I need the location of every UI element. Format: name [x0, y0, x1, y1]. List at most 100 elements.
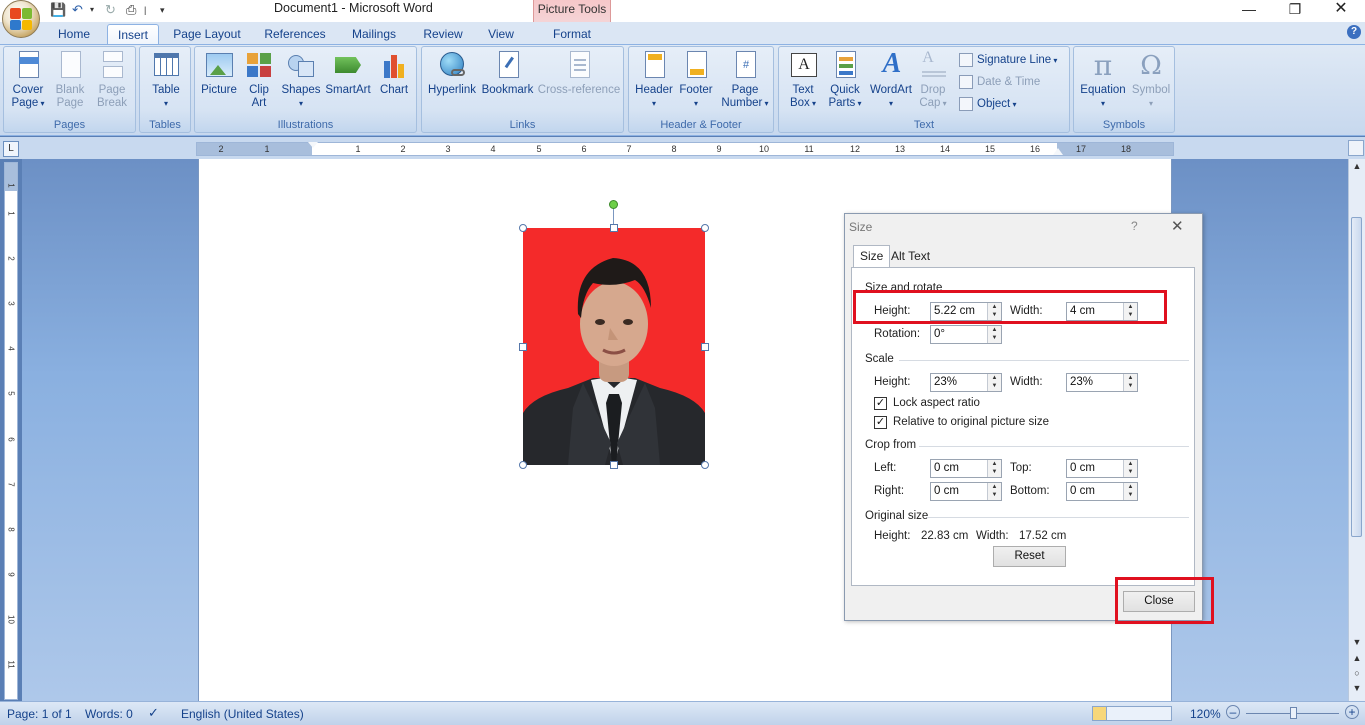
- undo-dropdown-icon[interactable]: ▾: [90, 2, 94, 18]
- first-indent-marker[interactable]: [308, 142, 318, 148]
- tab-references[interactable]: References: [258, 24, 332, 45]
- shapes-button[interactable]: Shapes ▾: [280, 51, 322, 110]
- quick-parts-button[interactable]: Quick Parts ▾: [824, 51, 866, 110]
- previous-page-icon[interactable]: ▲: [1349, 651, 1365, 665]
- text-box-button[interactable]: A Text Box ▾: [782, 51, 824, 110]
- zoom-slider-thumb[interactable]: [1290, 707, 1297, 719]
- horizontal-ruler[interactable]: 2 1 1 2 3 4 5 6 7 8 9 10 11 12 13 14 15 …: [196, 142, 1174, 156]
- close-icon[interactable]: ✕: [1318, 0, 1364, 20]
- view-ruler-icon[interactable]: [1348, 140, 1364, 156]
- lock-aspect-checkbox[interactable]: ✓: [874, 397, 887, 410]
- smartart-button[interactable]: SmartArt: [324, 51, 372, 97]
- rotation-input[interactable]: 0° ▲ ▼: [930, 325, 1002, 344]
- tab-home[interactable]: Home: [48, 24, 100, 45]
- hyperlink-button[interactable]: Hyperlink: [426, 51, 478, 97]
- zoom-out-icon[interactable]: –: [1226, 705, 1240, 719]
- undo-icon[interactable]: ↶: [72, 2, 83, 18]
- office-button[interactable]: [2, 0, 40, 38]
- cross-reference-button[interactable]: Cross-reference: [537, 51, 621, 97]
- spinner-icon[interactable]: ▲ ▼: [987, 326, 1001, 343]
- tab-insert[interactable]: Insert: [107, 24, 159, 45]
- scroll-down-icon[interactable]: ▼: [1349, 635, 1365, 649]
- tab-review[interactable]: Review: [417, 24, 469, 45]
- wordart-button[interactable]: A WordArt ▾: [867, 49, 915, 110]
- zoom-in-icon[interactable]: +: [1345, 705, 1359, 719]
- right-indent-marker[interactable]: [1053, 148, 1063, 155]
- signature-line-button[interactable]: Signature Line ▾: [959, 51, 1057, 69]
- header-button[interactable]: Header ▾: [633, 51, 675, 110]
- resize-handle-w[interactable]: [519, 343, 527, 351]
- save-icon[interactable]: 💾: [50, 2, 66, 18]
- scroll-thumb[interactable]: [1351, 217, 1362, 537]
- print-layout-icon[interactable]: [1093, 707, 1107, 720]
- smartart-label: SmartArt: [325, 84, 371, 96]
- proofing-icon[interactable]: ✓: [148, 705, 159, 721]
- customize-icon[interactable]: ▾: [160, 2, 165, 18]
- tab-page-layout[interactable]: Page Layout: [168, 24, 246, 45]
- drop-cap-button[interactable]: A Drop Cap ▾: [915, 50, 951, 110]
- crop-bottom-input[interactable]: 0 cm ▲ ▼: [1066, 482, 1138, 501]
- rotation-handle[interactable]: [609, 200, 618, 209]
- relative-original-checkbox[interactable]: ✓: [874, 416, 887, 429]
- zoom-level[interactable]: 120%: [1190, 707, 1221, 721]
- scroll-up-icon[interactable]: ▲: [1349, 159, 1365, 173]
- restore-icon[interactable]: ❐: [1272, 0, 1318, 20]
- cover-page-button[interactable]: Cover Page ▾: [8, 51, 48, 110]
- word-count[interactable]: Words: 0: [85, 707, 133, 721]
- next-page-icon[interactable]: ▼: [1349, 681, 1365, 695]
- inserted-photo[interactable]: [523, 228, 705, 465]
- help-icon[interactable]: ?: [1131, 219, 1138, 233]
- page-count[interactable]: Page: 1 of 1: [7, 707, 72, 721]
- minimize-icon[interactable]: —: [1226, 0, 1272, 20]
- spinner-icon[interactable]: ▲ ▼: [1123, 374, 1137, 391]
- resize-handle-s[interactable]: [610, 461, 618, 469]
- crop-top-input[interactable]: 0 cm ▲ ▼: [1066, 459, 1138, 478]
- vertical-ruler[interactable]: 1 1 2 3 4 5 6 7 8 9 10 11: [4, 162, 18, 700]
- resize-handle-nw[interactable]: [519, 224, 527, 232]
- page-number-button[interactable]: # Page Number ▾: [719, 51, 771, 110]
- tab-alt-text[interactable]: Alt Text: [885, 246, 936, 268]
- scale-width-input[interactable]: 23% ▲ ▼: [1066, 373, 1138, 392]
- spinner-icon[interactable]: ▲ ▼: [987, 374, 1001, 391]
- crop-bottom-value: 0 cm: [1070, 485, 1095, 497]
- page-break-button[interactable]: Page Break: [92, 51, 132, 110]
- bookmark-button[interactable]: Bookmark: [480, 51, 535, 97]
- resize-handle-e[interactable]: [701, 343, 709, 351]
- blank-page-button[interactable]: Blank Page: [50, 51, 90, 110]
- crop-right-input[interactable]: 0 cm ▲ ▼: [930, 482, 1002, 501]
- clip-art-button[interactable]: Clip Art: [242, 51, 276, 110]
- language-status[interactable]: English (United States): [181, 707, 304, 721]
- view-buttons[interactable]: [1092, 706, 1172, 721]
- chart-button[interactable]: Chart: [374, 51, 414, 97]
- tab-view[interactable]: View: [480, 24, 522, 45]
- resize-handle-ne[interactable]: [701, 224, 709, 232]
- browse-object-icon[interactable]: ○: [1349, 666, 1365, 680]
- text-box-icon: A: [788, 51, 818, 81]
- picture-button[interactable]: Picture: [198, 51, 240, 97]
- resize-handle-n[interactable]: [610, 224, 618, 232]
- tab-mailings[interactable]: Mailings: [345, 24, 403, 45]
- table-button[interactable]: Table ▾: [146, 51, 186, 110]
- redo-icon[interactable]: ↻: [105, 2, 116, 18]
- date-time-button[interactable]: Date & Time: [959, 73, 1040, 91]
- help-icon[interactable]: ?: [1347, 25, 1361, 39]
- tab-format[interactable]: Format: [540, 24, 604, 45]
- spinner-icon[interactable]: ▲ ▼: [987, 460, 1001, 477]
- symbol-button[interactable]: Ω Symbol ▾: [1130, 51, 1172, 110]
- resize-handle-se[interactable]: [701, 461, 709, 469]
- equation-button[interactable]: π Equation ▾: [1077, 51, 1129, 110]
- reset-button[interactable]: Reset: [993, 546, 1066, 567]
- spinner-icon[interactable]: ▲ ▼: [1123, 460, 1137, 477]
- vertical-scrollbar[interactable]: ▲ ▼ ▲ ○ ▼: [1348, 159, 1365, 701]
- dialog-close-icon[interactable]: ✕: [1171, 217, 1184, 235]
- crop-left-input[interactable]: 0 cm ▲ ▼: [930, 459, 1002, 478]
- spinner-icon[interactable]: ▲ ▼: [1123, 483, 1137, 500]
- footer-button[interactable]: Footer ▾: [675, 51, 717, 110]
- object-button[interactable]: Object ▾: [959, 95, 1017, 113]
- resize-handle-sw[interactable]: [519, 461, 527, 469]
- tab-selector-icon[interactable]: L: [3, 141, 19, 157]
- print-icon[interactable]: ⎙: [126, 2, 136, 18]
- qat-overflow-icon[interactable]: |: [144, 2, 146, 18]
- scale-height-input[interactable]: 23% ▲ ▼: [930, 373, 1002, 392]
- spinner-icon[interactable]: ▲ ▼: [987, 483, 1001, 500]
